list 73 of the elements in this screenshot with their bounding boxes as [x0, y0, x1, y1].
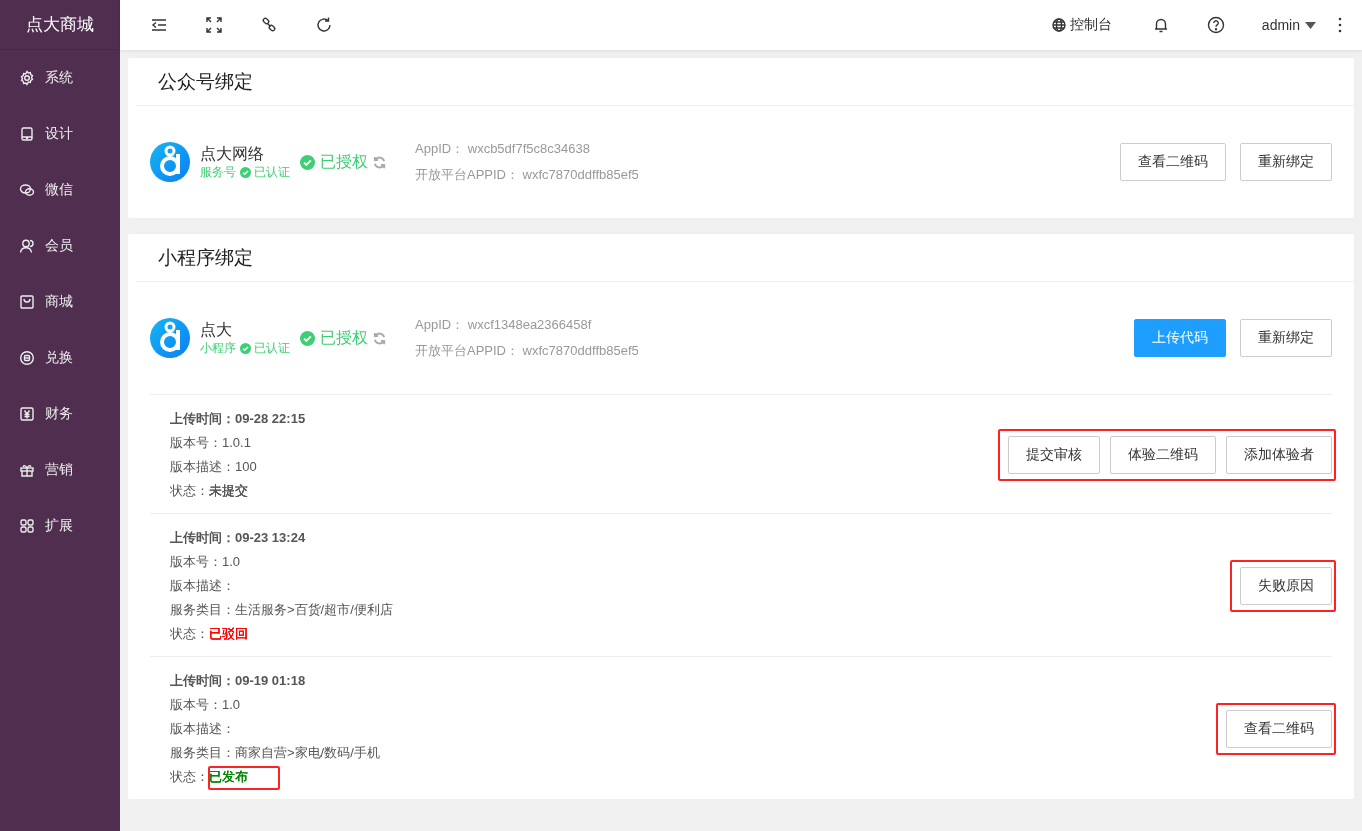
version-field: 版本描述： [170, 717, 380, 741]
refresh-icon[interactable] [315, 16, 333, 34]
status-label: 状态： [170, 625, 209, 643]
help-icon[interactable] [1206, 16, 1225, 34]
action-button[interactable]: 添加体验者 [1226, 436, 1332, 474]
authorized-label: 已授权 [300, 151, 368, 173]
action-button[interactable]: 查看二维码 [1226, 710, 1332, 748]
logo-icon [150, 318, 190, 358]
sidebar-item[interactable]: 商城 [0, 274, 120, 330]
version-field: 版本号：1.0.1 [170, 431, 306, 455]
status-value: 未提交 [209, 482, 248, 500]
open-appid-text: 开放平台APPID： wxfc7870ddffb85ef5 [415, 342, 639, 360]
sidebar-item[interactable]: 系统 [0, 50, 120, 106]
user-menu[interactable]: admin [1261, 17, 1316, 33]
account-type: 服务号 [200, 163, 236, 181]
console-link[interactable]: 控制台 [1051, 16, 1112, 34]
action-button[interactable]: 查看二维码 [1120, 143, 1226, 181]
yen-icon [19, 406, 35, 422]
users-icon [19, 238, 35, 254]
check-circle-icon [240, 342, 251, 354]
action-button[interactable]: 重新绑定 [1240, 319, 1332, 357]
status-value: 已驳回 [209, 625, 248, 643]
action-button[interactable]: 提交审核 [1008, 436, 1100, 474]
action-button[interactable]: 失败原因 [1240, 567, 1332, 605]
menu-collapse-icon[interactable] [150, 16, 168, 34]
globe-icon [1051, 18, 1066, 32]
sidebar-item[interactable]: 扩展 [0, 498, 120, 554]
sidebar-item[interactable]: 财务 [0, 386, 120, 442]
gift-icon [19, 462, 35, 478]
sidebar-item[interactable]: 设计 [0, 106, 120, 162]
sidebar-item[interactable]: 兑换 [0, 330, 120, 386]
appid-text: AppID： wxcf1348ea2366458f [415, 316, 593, 334]
version-field: 版本号：1.0 [170, 550, 393, 574]
grid-icon [19, 518, 35, 534]
status-label: 状态： [170, 768, 209, 786]
check-circle-icon [240, 166, 251, 178]
account-name: 点大网络 [200, 143, 265, 164]
sidebar-item[interactable]: 营销 [0, 442, 120, 498]
status-label: 状态： [170, 482, 209, 500]
version-field: 版本描述： [170, 574, 393, 598]
appid-text: AppID： wxcb5df7f5c8c34638 [415, 140, 591, 158]
account-name: 点大 [200, 319, 233, 340]
version-field: 服务类目：商家自营>家电/数码/手机 [170, 741, 380, 765]
bag-icon [19, 294, 35, 310]
version-field: 服务类目：生活服务>百货/超市/便利店 [170, 598, 393, 622]
account-type: 小程序 [200, 339, 236, 357]
sidebar-item[interactable]: 微信 [0, 162, 120, 218]
action-button[interactable]: 重新绑定 [1240, 143, 1332, 181]
fullscreen-icon[interactable] [205, 16, 223, 34]
gear-icon [19, 70, 35, 86]
upload-time: 上传时间：09-19 01:18 [170, 672, 307, 690]
more-icon[interactable] [1338, 17, 1342, 33]
authorized-label: 已授权 [300, 327, 368, 349]
version-field: 版本号：1.0 [170, 693, 380, 717]
sidebar-item[interactable]: 会员 [0, 218, 120, 274]
coin-icon [19, 350, 35, 366]
logo-icon [150, 142, 190, 182]
caret-icon [1305, 21, 1316, 29]
upload-time: 上传时间：09-28 22:15 [170, 410, 306, 428]
verified-label: 已认证 [240, 163, 290, 181]
tablet-icon [19, 126, 35, 142]
check-circle-icon [300, 330, 315, 346]
section-title: 小程序绑定 [136, 234, 1354, 282]
chat-bubbles-icon [19, 182, 35, 198]
check-circle-icon [300, 154, 315, 170]
verified-label: 已认证 [240, 339, 290, 357]
version-field: 版本描述：100 [170, 455, 306, 479]
section-title: 公众号绑定 [136, 58, 1354, 106]
link-icon[interactable] [260, 16, 278, 34]
open-appid-text: 开放平台APPID： wxfc7870ddffb85ef5 [415, 166, 639, 184]
upload-time: 上传时间：09-23 13:24 [170, 529, 307, 547]
status-value: 已发布 [209, 768, 248, 786]
action-button[interactable]: 体验二维码 [1110, 436, 1216, 474]
